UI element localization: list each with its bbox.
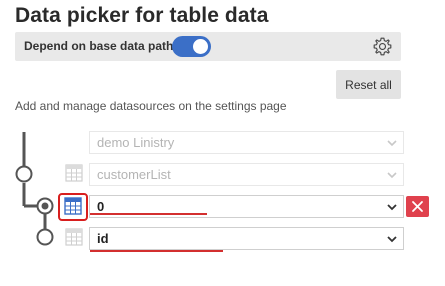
chevron-down-icon <box>387 172 397 179</box>
selected-icon-highlight <box>58 193 88 221</box>
select-value: customerList <box>97 167 171 182</box>
table-icon <box>65 164 83 182</box>
chevron-down-icon <box>387 204 397 211</box>
tree-node-circle[interactable] <box>15 165 33 183</box>
highlight-underline <box>90 250 223 252</box>
table-icon <box>65 228 83 246</box>
select-value: 0 <box>97 199 105 214</box>
highlight-underline <box>90 213 207 215</box>
datasource-select: demo Linistry <box>89 131 404 154</box>
close-icon <box>412 201 423 212</box>
select-value: demo Linistry <box>97 135 175 150</box>
chevron-down-icon <box>387 236 397 243</box>
chevron-down-icon <box>387 140 397 147</box>
select-value: id <box>97 231 109 246</box>
delete-row-button[interactable] <box>406 196 429 217</box>
table-select: customerList <box>89 163 404 186</box>
column-select[interactable]: id <box>89 227 404 250</box>
tree-node-circle[interactable] <box>36 228 54 246</box>
tree-node-selected[interactable] <box>36 197 54 215</box>
